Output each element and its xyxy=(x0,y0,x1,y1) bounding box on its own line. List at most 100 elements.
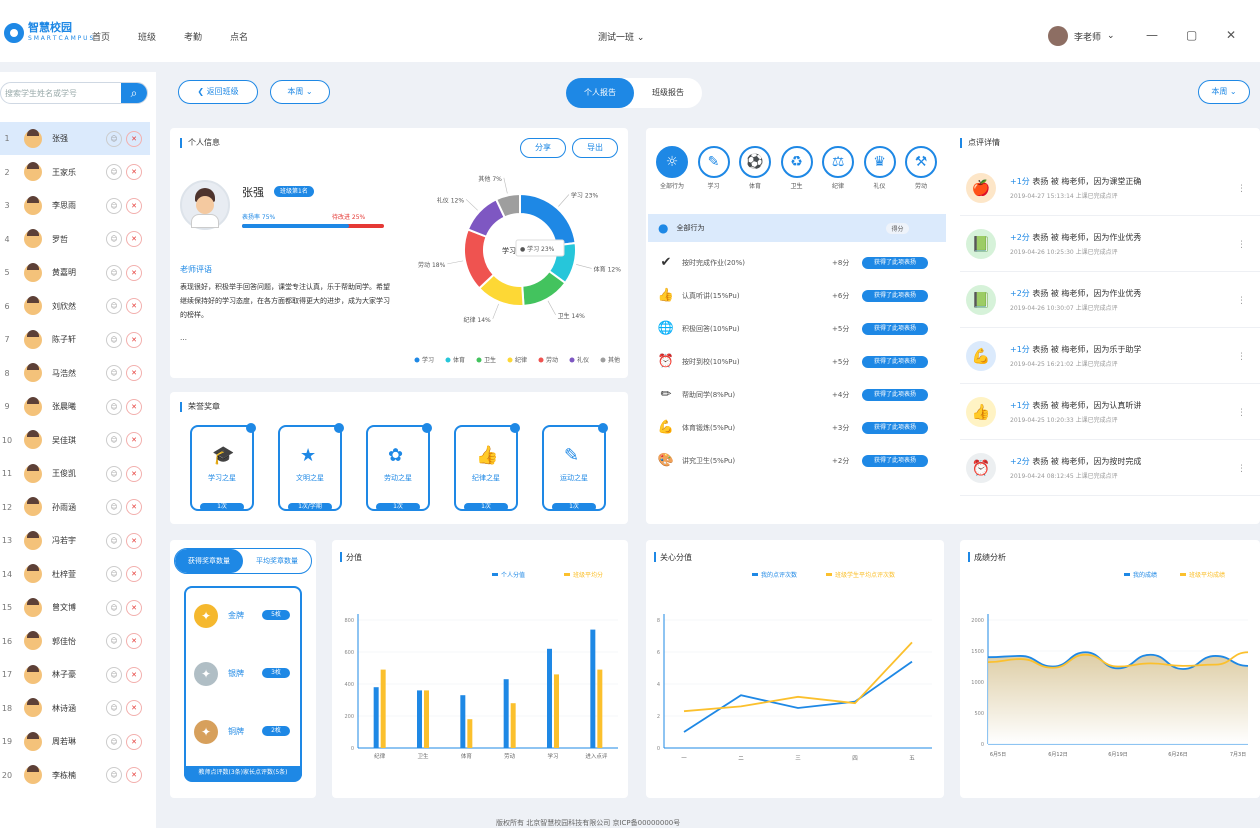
student-row[interactable]: 6 刘欣然 ☺ ✕ xyxy=(0,290,150,323)
nav-item-class[interactable]: 班级 xyxy=(138,30,156,43)
criticize-icon[interactable]: ✕ xyxy=(126,331,142,348)
criticize-icon[interactable]: ✕ xyxy=(126,130,142,147)
range-select[interactable]: 本周 ⌄ xyxy=(1198,80,1250,104)
student-row[interactable]: 9 张晨曦 ☺ ✕ xyxy=(0,390,150,423)
student-row[interactable]: 20 李栋楠 ☺ ✕ xyxy=(0,759,150,792)
student-row[interactable]: 14 杜梓萱 ☺ ✕ xyxy=(0,558,150,591)
honor-medal[interactable]: ✿ 劳动之星 1次 xyxy=(366,423,432,511)
more-icon[interactable]: ⋮ xyxy=(1237,184,1246,194)
criticize-icon[interactable]: ✕ xyxy=(126,666,142,683)
back-button[interactable]: ❮ 返回班级 xyxy=(178,80,258,104)
praise-icon[interactable]: ☺ xyxy=(106,599,122,616)
behavior-row[interactable]: ✏ 帮助同学(8%Pu) +4分 获得了此项表扬 xyxy=(648,378,946,411)
criticize-icon[interactable]: ✕ xyxy=(126,599,142,616)
app-logo[interactable]: 智慧校园 S M A R T C A M P U S xyxy=(4,22,93,44)
record-item[interactable]: ⏰ +2分 表扬 被 梅老师，因为按时完成 2019-04-24 08:12:45 … xyxy=(960,440,1260,496)
criticize-icon[interactable]: ✕ xyxy=(126,432,142,448)
honor-medal[interactable]: 👍 纪律之星 1次 xyxy=(454,423,520,511)
tab-class-report[interactable]: 班级报告 xyxy=(634,78,702,108)
criticize-icon[interactable]: ✕ xyxy=(126,633,142,649)
criticize-icon[interactable]: ✕ xyxy=(126,365,142,381)
praise-icon[interactable]: ☺ xyxy=(106,164,122,180)
praise-icon[interactable]: ☺ xyxy=(106,499,122,515)
more-icon[interactable]: ⋮ xyxy=(1237,464,1246,474)
criticize-icon[interactable]: ✕ xyxy=(126,700,142,716)
student-row[interactable]: 19 周若琳 ☺ ✕ xyxy=(0,725,150,758)
category-tab[interactable]: ♛ 礼仪 xyxy=(863,146,896,190)
student-row[interactable]: 13 冯若宇 ☺ ✕ xyxy=(0,524,150,557)
tab-medal-count[interactable]: 获得奖章数量 xyxy=(175,549,243,573)
more-icon[interactable]: ⋮ xyxy=(1237,352,1246,362)
search-icon[interactable]: ⌕ xyxy=(121,83,147,103)
praise-icon[interactable]: ☺ xyxy=(106,197,122,214)
student-row[interactable]: 17 林子豪 ☺ ✕ xyxy=(0,658,150,691)
more-icon[interactable]: ⋮ xyxy=(1237,240,1246,250)
honor-medal[interactable]: ★ 文明之星 1次/学期 xyxy=(278,423,344,511)
praise-icon[interactable]: ☺ xyxy=(106,264,122,281)
behavior-row[interactable]: 🌐 积极回答(10%Pu) +5分 获得了此项表扬 xyxy=(648,312,946,345)
criticize-icon[interactable]: ✕ xyxy=(126,298,142,314)
student-row[interactable]: 18 林诗涵 ☺ ✕ xyxy=(0,692,150,725)
praise-icon[interactable]: ☺ xyxy=(106,398,122,415)
user-menu[interactable]: 李老师 ⌄ xyxy=(1048,26,1115,46)
behavior-row[interactable]: 🎨 讲究卫生(5%Pu) +2分 获得了此项表扬 xyxy=(648,444,946,477)
student-row[interactable]: 1 张强 ☺ ✕ xyxy=(0,122,150,155)
criticize-icon[interactable]: ✕ xyxy=(126,231,142,247)
honor-medal[interactable]: ✎ 运动之星 1次 xyxy=(542,423,608,511)
nav-item-rollcall[interactable]: 点名 xyxy=(230,30,248,43)
student-row[interactable]: 5 黄嘉明 ☺ ✕ xyxy=(0,256,150,289)
category-tab[interactable]: ⚽ 体育 xyxy=(739,146,771,190)
student-row[interactable]: 7 陈子轩 ☺ ✕ xyxy=(0,323,150,356)
record-item[interactable]: 💪 +1分 表扬 被 梅老师，因为乐于助学 2019-04-25 16:21:02 … xyxy=(960,328,1260,384)
category-tab[interactable]: ♻ 卫生 xyxy=(780,146,813,190)
praise-icon[interactable]: ☺ xyxy=(106,432,122,448)
student-row[interactable]: 3 李思雨 ☺ ✕ xyxy=(0,189,150,222)
export-button[interactable]: 导出 xyxy=(572,138,618,158)
category-tab[interactable]: ✎ 学习 xyxy=(697,146,730,190)
praise-icon[interactable]: ☺ xyxy=(106,633,122,649)
student-row[interactable]: 8 马浩然 ☺ ✕ xyxy=(0,357,150,390)
student-row[interactable]: 2 王家乐 ☺ ✕ xyxy=(0,156,150,189)
student-row[interactable]: 10 吴佳琪 ☺ ✕ xyxy=(0,424,150,457)
minimize-icon[interactable]: — xyxy=(1146,28,1158,42)
class-selector[interactable]: 测试一班 ⌄ xyxy=(598,30,644,43)
criticize-icon[interactable]: ✕ xyxy=(126,398,142,415)
record-item[interactable]: 📗 +2分 表扬 被 梅老师，因为作业优秀 2019-04-26 10:30:07 … xyxy=(960,272,1260,328)
behavior-list-header[interactable]: ● 全部行为 得分 xyxy=(648,214,946,242)
praise-icon[interactable]: ☺ xyxy=(106,532,122,549)
behavior-row[interactable]: 👍 认真听讲(15%Pu) +6分 获得了此项表扬 xyxy=(648,279,946,312)
student-row[interactable]: 11 王俊凯 ☺ ✕ xyxy=(0,457,150,490)
search-input[interactable]: 搜索学生姓名或学号 xyxy=(5,88,77,99)
tab-medal-average[interactable]: 平均奖章数量 xyxy=(243,549,311,573)
criticize-icon[interactable]: ✕ xyxy=(126,197,142,214)
praise-icon[interactable]: ☺ xyxy=(106,231,122,247)
more-icon[interactable]: ⋮ xyxy=(1237,296,1246,306)
category-tab[interactable]: ⚒ 劳动 xyxy=(905,146,937,190)
criticize-icon[interactable]: ✕ xyxy=(126,767,142,783)
category-tab[interactable]: ☼ 全部行为 xyxy=(656,146,688,190)
behavior-row[interactable]: ⏰ 按时到校(10%Pu) +5分 获得了此项表扬 xyxy=(648,345,946,378)
criticize-icon[interactable]: ✕ xyxy=(126,532,142,549)
praise-icon[interactable]: ☺ xyxy=(106,666,122,683)
share-button[interactable]: 分享 xyxy=(520,138,566,158)
student-row[interactable]: 16 郭佳怡 ☺ ✕ xyxy=(0,625,150,658)
more-icon[interactable]: ⋮ xyxy=(1237,408,1246,418)
criticize-icon[interactable]: ✕ xyxy=(126,499,142,515)
praise-icon[interactable]: ☺ xyxy=(106,130,122,147)
criticize-icon[interactable]: ✕ xyxy=(126,465,142,482)
student-row[interactable]: 15 曾文博 ☺ ✕ xyxy=(0,591,150,624)
behavior-row[interactable]: 💪 体育锻炼(5%Pu) +3分 获得了此项表扬 xyxy=(648,411,946,444)
behavior-row[interactable]: ✔ 按时完成作业(20%) +8分 获得了此项表扬 xyxy=(648,246,946,279)
record-item[interactable]: 👍 +1分 表扬 被 梅老师，因为认真听讲 2019-04-25 10:20:33 … xyxy=(960,384,1260,440)
praise-icon[interactable]: ☺ xyxy=(106,465,122,482)
criticize-icon[interactable]: ✕ xyxy=(126,164,142,180)
criticize-icon[interactable]: ✕ xyxy=(126,733,142,750)
record-item[interactable]: 🍎 +1分 表扬 被 梅老师，因为课堂正确 2019-04-27 15:13:14 … xyxy=(960,160,1260,216)
maximize-icon[interactable]: ▢ xyxy=(1186,28,1197,42)
student-row[interactable]: 4 罗哲 ☺ ✕ xyxy=(0,223,150,256)
nav-item-attendance[interactable]: 考勤 xyxy=(184,30,202,43)
praise-icon[interactable]: ☺ xyxy=(106,700,122,716)
student-row[interactable]: 12 孙雨涵 ☺ ✕ xyxy=(0,491,150,524)
honor-medal[interactable]: 🎓 学习之星 1次 xyxy=(190,423,256,511)
praise-icon[interactable]: ☺ xyxy=(106,767,122,783)
